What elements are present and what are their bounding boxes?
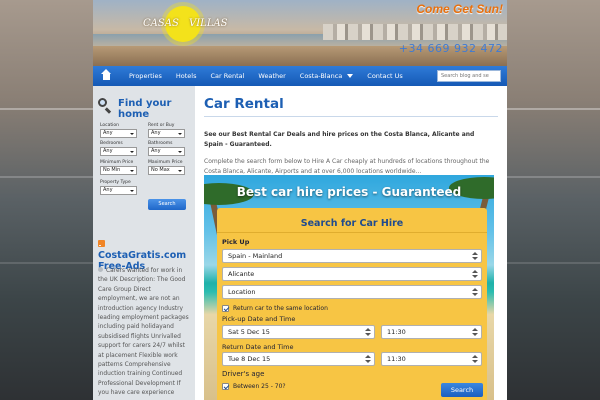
rent-buy-select[interactable]: Any — [148, 129, 185, 138]
header-buildings — [323, 24, 507, 40]
select-arrows-icon — [472, 355, 478, 363]
min-price-select[interactable]: No Min — [100, 166, 137, 175]
return-date-select[interactable]: Tue 8 Dec 15 — [222, 352, 375, 366]
rent-buy-label: Rent or Buy — [148, 123, 175, 128]
driver-age-label: Driver's age — [222, 370, 265, 378]
search-icon — [98, 98, 107, 107]
intro-bold-text: See our Best Rental Car Deals and hire p… — [204, 131, 475, 148]
nav-item-car-rental[interactable]: Car Rental — [203, 66, 251, 86]
nav-item-contact-us[interactable]: Contact Us — [360, 66, 410, 86]
home-icon — [100, 68, 111, 81]
bedrooms-label: Bedrooms — [100, 141, 123, 146]
main-nav: Properties Hotels Car Rental Weather Cos… — [93, 66, 507, 86]
rss-icon — [98, 240, 105, 247]
chevron-down-icon — [347, 74, 354, 78]
select-arrows-icon — [365, 355, 371, 363]
rss-feed-item-text: Carers wanted for work in the UK Descrip… — [98, 268, 189, 397]
return-same-location-label: Return car to the same location — [233, 305, 328, 312]
phone-number: +34 669 932 472 — [398, 42, 503, 55]
return-time-value: 11:30 — [387, 355, 406, 363]
logo-text-left: CASAS — [143, 18, 179, 29]
return-date-value: Tue 8 Dec 15 — [228, 355, 271, 363]
site-header: CASAS VILLAS Come Get Sun! +34 669 932 4… — [93, 0, 507, 66]
return-time-select[interactable]: 11:30 — [381, 352, 482, 366]
form-title: Search for Car Hire — [300, 218, 404, 229]
country-select-value: Spain - Mainland — [228, 252, 283, 260]
driver-age-option: Between 25 - 70? — [233, 383, 286, 390]
intro-text: Complete the search form below to Hire A… — [204, 158, 490, 175]
bedrooms-select[interactable]: Any — [100, 147, 137, 156]
pickup-datetime-label: Pick-up Date and Time — [222, 315, 296, 323]
nav-home-button[interactable] — [93, 66, 119, 86]
banner-title: Best car hire prices - Guaranteed — [236, 185, 462, 199]
tagline: Come Get Sun! — [416, 2, 503, 16]
location-select[interactable]: Location — [222, 285, 482, 299]
property-type-select[interactable]: Any — [100, 186, 137, 195]
nav-item-properties[interactable]: Properties — [119, 66, 169, 86]
logo-text-right: VILLAS — [189, 18, 228, 29]
page-container: CASAS VILLAS Come Get Sun! +34 669 932 4… — [93, 0, 507, 400]
property-search-button[interactable]: Search — [148, 199, 186, 210]
return-datetime-label: Return Date and Time — [222, 343, 294, 351]
country-select[interactable]: Spain - Mainland — [222, 249, 482, 263]
return-same-location-checkbox[interactable] — [222, 305, 229, 312]
driver-age-checkbox[interactable] — [222, 383, 229, 390]
form-divider — [217, 232, 487, 233]
pickup-time-value: 11:30 — [387, 328, 406, 336]
min-price-label: Minimum Price — [100, 160, 134, 165]
bullet-icon — [98, 267, 103, 272]
car-hire-search-form: Search for Car Hire Pick Up Spain - Main… — [217, 208, 487, 400]
nav-item-costa-blanca[interactable]: Costa-Blanca — [293, 66, 360, 86]
select-arrows-icon — [472, 270, 478, 278]
location-label: Location — [100, 123, 120, 128]
main-content: Car Rental See our Best Rental Car Deals… — [195, 86, 507, 400]
bathrooms-label: Bathrooms — [148, 141, 173, 146]
select-arrows-icon — [472, 252, 478, 260]
city-select[interactable]: Alicante — [222, 267, 482, 281]
location-select-value: Location — [228, 288, 256, 296]
select-arrows-icon — [472, 288, 478, 296]
select-arrows-icon — [365, 328, 371, 336]
max-price-label: Maximum Price — [148, 160, 183, 165]
find-home-title: Find your home — [118, 98, 172, 120]
pickup-label: Pick Up — [222, 238, 250, 246]
car-hire-search-button[interactable]: Search — [441, 383, 483, 397]
nav-item-hotels[interactable]: Hotels — [169, 66, 204, 86]
bathrooms-select[interactable]: Any — [148, 147, 185, 156]
city-select-value: Alicante — [228, 270, 255, 278]
max-price-select[interactable]: No Max — [148, 166, 185, 175]
select-arrows-icon — [472, 328, 478, 336]
nav-item-weather[interactable]: Weather — [251, 66, 292, 86]
location-select[interactable]: Any — [100, 129, 137, 138]
pickup-time-select[interactable]: 11:30 — [381, 325, 482, 339]
car-hire-banner: Best car hire prices - Guaranteed Search… — [204, 175, 494, 400]
search-input[interactable] — [437, 70, 501, 82]
property-type-label: Property Type — [100, 180, 131, 185]
pickup-date-value: Sat 5 Dec 15 — [228, 328, 270, 336]
nav-item-costa-blanca-label: Costa-Blanca — [299, 72, 343, 80]
pickup-date-select[interactable]: Sat 5 Dec 15 — [222, 325, 375, 339]
page-title: Car Rental — [204, 96, 498, 117]
sidebar: Find your home Location Any Rent or Buy … — [93, 86, 195, 400]
rss-feed-item[interactable]: Carers wanted for work in the UK Descrip… — [98, 267, 191, 399]
